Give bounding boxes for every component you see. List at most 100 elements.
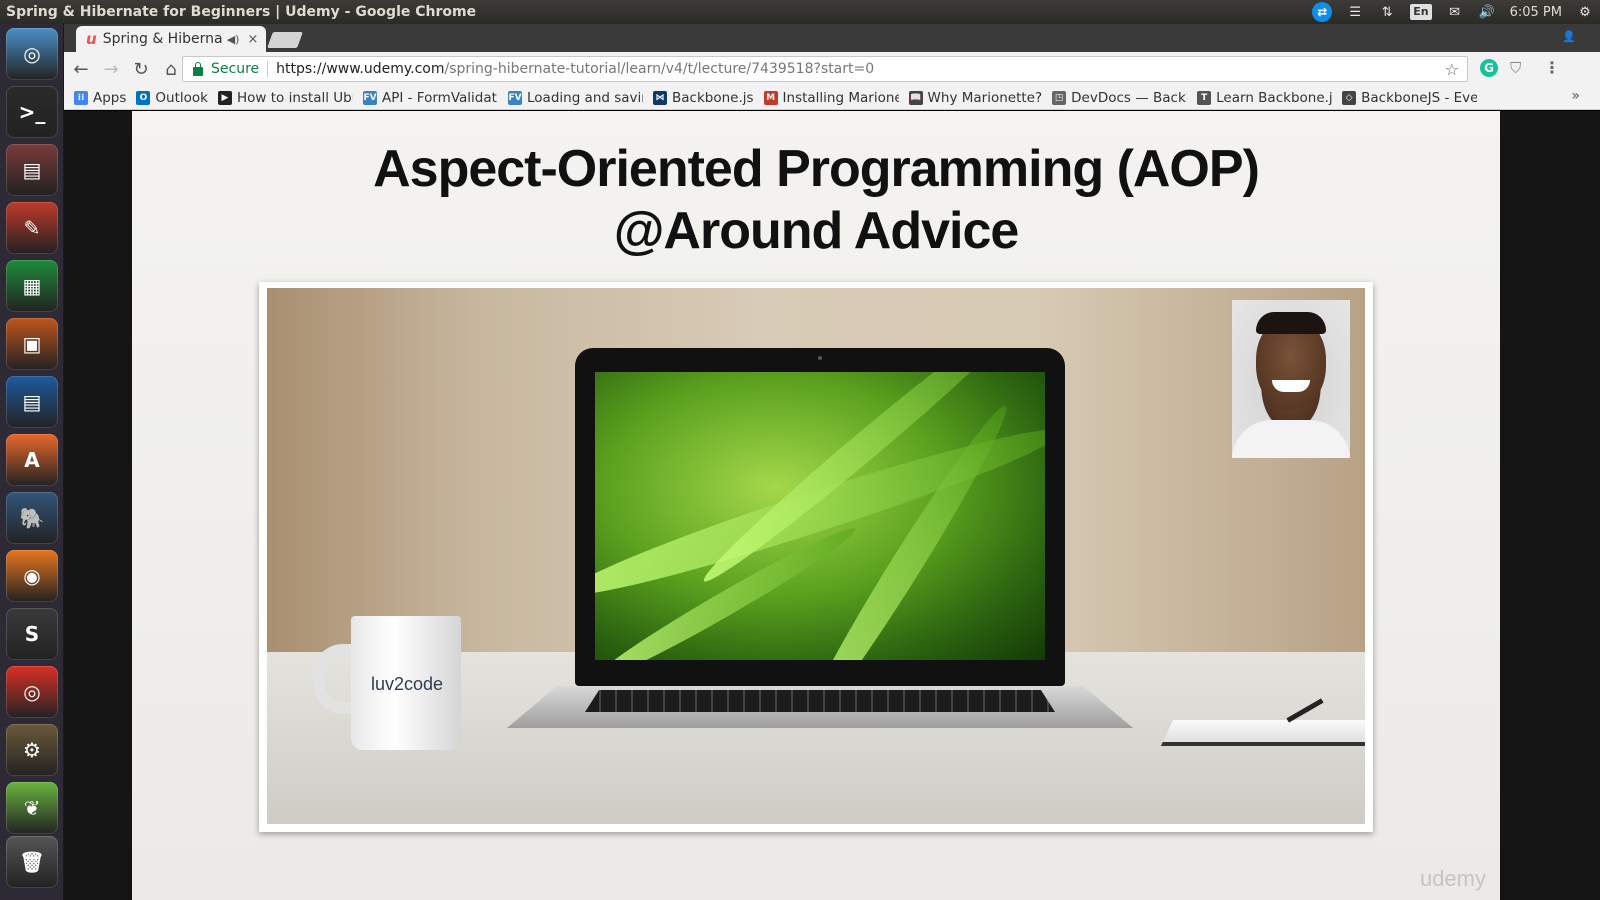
bookmark-formvalidation-api[interactable]: FV API - FormValidati <box>363 90 498 106</box>
tab-title: Spring & Hibernate <box>102 31 223 47</box>
tab-udemy[interactable]: u Spring & Hibernate ◀) × <box>76 26 266 52</box>
files-icon[interactable]: ▤ <box>6 144 58 196</box>
bookmark-loading-saving[interactable]: FV Loading and savin <box>508 90 643 106</box>
url-host[interactable]: https://www.udemy.com <box>276 61 444 77</box>
messaging-icon[interactable]: ☰ <box>1346 4 1364 20</box>
grammarly-extension-icon[interactable]: G <box>1480 59 1498 77</box>
ubuntu-dash-icon[interactable]: ◎ <box>6 28 58 80</box>
toolbar: ← → ↻ ⌂ Secure https://www.udemy.com/spr… <box>64 52 1600 86</box>
bookmark-label: Learn Backbone.js <box>1216 89 1333 106</box>
system-settings-icon-glyph: ✎ <box>23 216 41 240</box>
instructor-shirt <box>1232 420 1350 458</box>
bookmark-apps-icon: ⁝⁝ <box>74 90 88 105</box>
reload-button[interactable]: ↻ <box>128 56 154 82</box>
tab-close-icon[interactable]: × <box>247 32 258 47</box>
laptop <box>575 348 1065 686</box>
address-bar[interactable]: Secure https://www.udemy.com/spring-hibe… <box>182 56 1468 82</box>
tab-audio-icon[interactable]: ◀) <box>227 33 240 46</box>
bookmark-label: Backbone.js <box>672 89 754 106</box>
laptop-camera <box>818 356 822 360</box>
instructor-smile <box>1272 380 1310 392</box>
back-button[interactable]: ← <box>68 56 94 82</box>
postgresql-icon[interactable]: 🐘 <box>6 492 58 544</box>
spring-icon[interactable]: ❦ <box>6 782 58 834</box>
trash-icon[interactable]: 🗑 <box>6 836 58 888</box>
ubuntu-software-icon-glyph: A <box>24 448 40 472</box>
network-icon[interactable]: ⇅ <box>1378 4 1396 20</box>
session-gear-icon[interactable]: ⚙ <box>1576 4 1594 20</box>
slide-title: Aspect-Oriented Programming (AOP) <box>373 140 1260 198</box>
sublime-text-icon-glyph: S <box>24 622 40 646</box>
volume-icon[interactable]: 🔊 <box>1478 4 1496 20</box>
slide-subtitle: @Around Advice <box>613 202 1020 260</box>
eclipse-java-ee-icon[interactable]: ⚙ <box>6 724 58 776</box>
bookmark-label: Outlook <box>155 89 208 106</box>
chrome-icon[interactable]: ◎ <box>6 666 58 718</box>
ubuntu-dash-icon-glyph: ◎ <box>23 42 41 66</box>
bookmarks-overflow-icon[interactable]: » <box>1571 88 1580 104</box>
top-panel: Spring & Hibernate for Beginners | Udemy… <box>0 0 1600 24</box>
bookmark-installing-marionette-icon: M <box>763 90 778 105</box>
bookmark-label: BackboneJS - Ever <box>1361 89 1478 106</box>
libreoffice-calc-icon[interactable]: ▦ <box>6 260 58 312</box>
mail-icon[interactable]: ✉ <box>1446 4 1464 20</box>
lock-icon[interactable] <box>193 61 203 76</box>
chrome-menu-icon[interactable]: ⋮ <box>1544 58 1560 77</box>
system-settings-icon[interactable]: ✎ <box>6 202 58 254</box>
bookmark-star-icon[interactable]: ☆ <box>1445 60 1459 79</box>
ubuntu-software-icon[interactable]: A <box>6 434 58 486</box>
coffee-mug: luv2code <box>351 616 461 750</box>
spring-icon-glyph: ❦ <box>23 796 41 820</box>
bookmark-label: Apps <box>93 89 127 106</box>
tab-strip: u Spring & Hibernate ◀) × 👤 <box>64 24 1600 52</box>
bookmark-loading-saving-icon: FV <box>508 90 522 105</box>
libreoffice-writer-icon[interactable]: ▤ <box>6 376 58 428</box>
chrome-window: u Spring & Hibernate ◀) × 👤 ← → ↻ ⌂ Secu… <box>64 24 1600 900</box>
shield-extension-icon[interactable]: ⛉ <box>1510 59 1526 77</box>
bookmark-apps[interactable]: ⁝⁝ Apps <box>74 90 126 106</box>
url-path[interactable]: /spring-hibernate-tutorial/learn/v4/t/le… <box>445 61 875 77</box>
instructor-hair <box>1256 312 1326 334</box>
bookmark-label: DevDocs — Backb <box>1071 89 1188 106</box>
forward-button[interactable]: → <box>98 56 124 82</box>
instructor-photo <box>1232 300 1350 458</box>
bookmark-outlook-icon: O <box>136 90 151 105</box>
desk-photo: luv2code <box>267 288 1365 824</box>
bookmark-why-marionette[interactable]: 📖 Why Marionette? <box>908 89 1043 106</box>
bookmark-backbonejs[interactable]: ⋈ Backbone.js <box>653 90 754 106</box>
bookmarks-bar: ⁝⁝ Apps O Outlook ▶ How to install Ubu FV API -… <box>64 86 1600 110</box>
bookmark-label: Loading and savin <box>527 89 643 106</box>
terminal-icon[interactable]: >_ <box>6 86 58 138</box>
mug-logo: luv2code <box>371 674 444 694</box>
video-player[interactable]: Aspect-Oriented Programming (AOP) @Aroun… <box>64 111 1600 900</box>
postgresql-icon-glyph: 🐘 <box>19 506 45 530</box>
bookmark-learn-backbone[interactable]: T Learn Backbone.js <box>1197 90 1332 106</box>
teamviewer-icon[interactable]: ⇄ <box>1312 2 1333 22</box>
new-tab-button[interactable] <box>267 32 303 48</box>
lecture-slide: Aspect-Oriented Programming (AOP) @Aroun… <box>132 111 1500 900</box>
laptop-keyboard <box>585 690 1055 712</box>
keyboard-layout-indicator[interactable]: En <box>1410 4 1432 20</box>
clock[interactable]: 6:05 PM <box>1510 5 1562 20</box>
bookmark-install-ubuntu-icon: ▶ <box>218 90 232 105</box>
bookmark-install-ubuntu[interactable]: ▶ How to install Ubu <box>218 90 353 106</box>
bookmark-installing-marionette[interactable]: M Installing Marione <box>763 90 899 106</box>
bookmark-devdocs[interactable]: ◳ DevDocs — Backb <box>1052 90 1187 106</box>
libreoffice-calc-icon-glyph: ▦ <box>22 274 42 298</box>
firefox-icon-glyph: ◉ <box>23 564 41 588</box>
bookmark-learn-backbone-icon: T <box>1197 90 1212 105</box>
profile-icon[interactable]: 👤 <box>1562 30 1578 44</box>
firefox-icon[interactable]: ◉ <box>6 550 58 602</box>
udemy-favicon-icon: u <box>86 30 97 48</box>
bookmark-label: Why Marionette? <box>927 89 1043 106</box>
bookmark-outlook[interactable]: O Outlook <box>136 90 208 106</box>
window-title: Spring & Hibernate for Beginners | Udemy… <box>6 4 477 20</box>
eclipse-java-ee-icon-glyph: ⚙ <box>23 738 41 762</box>
home-button[interactable]: ⌂ <box>158 56 184 82</box>
bookmark-backbonejs-events[interactable]: ◇ BackboneJS - Ever <box>1342 90 1477 106</box>
secure-label[interactable]: Secure <box>211 61 259 77</box>
indicator-area: ⇄ ☰ ⇅ En ✉ 🔊 6:05 PM ⚙ <box>1312 0 1594 24</box>
bookmark-why-marionette-icon: 📖 <box>908 90 923 105</box>
libreoffice-impress-icon[interactable]: ▣ <box>6 318 58 370</box>
sublime-text-icon[interactable]: S <box>6 608 58 660</box>
